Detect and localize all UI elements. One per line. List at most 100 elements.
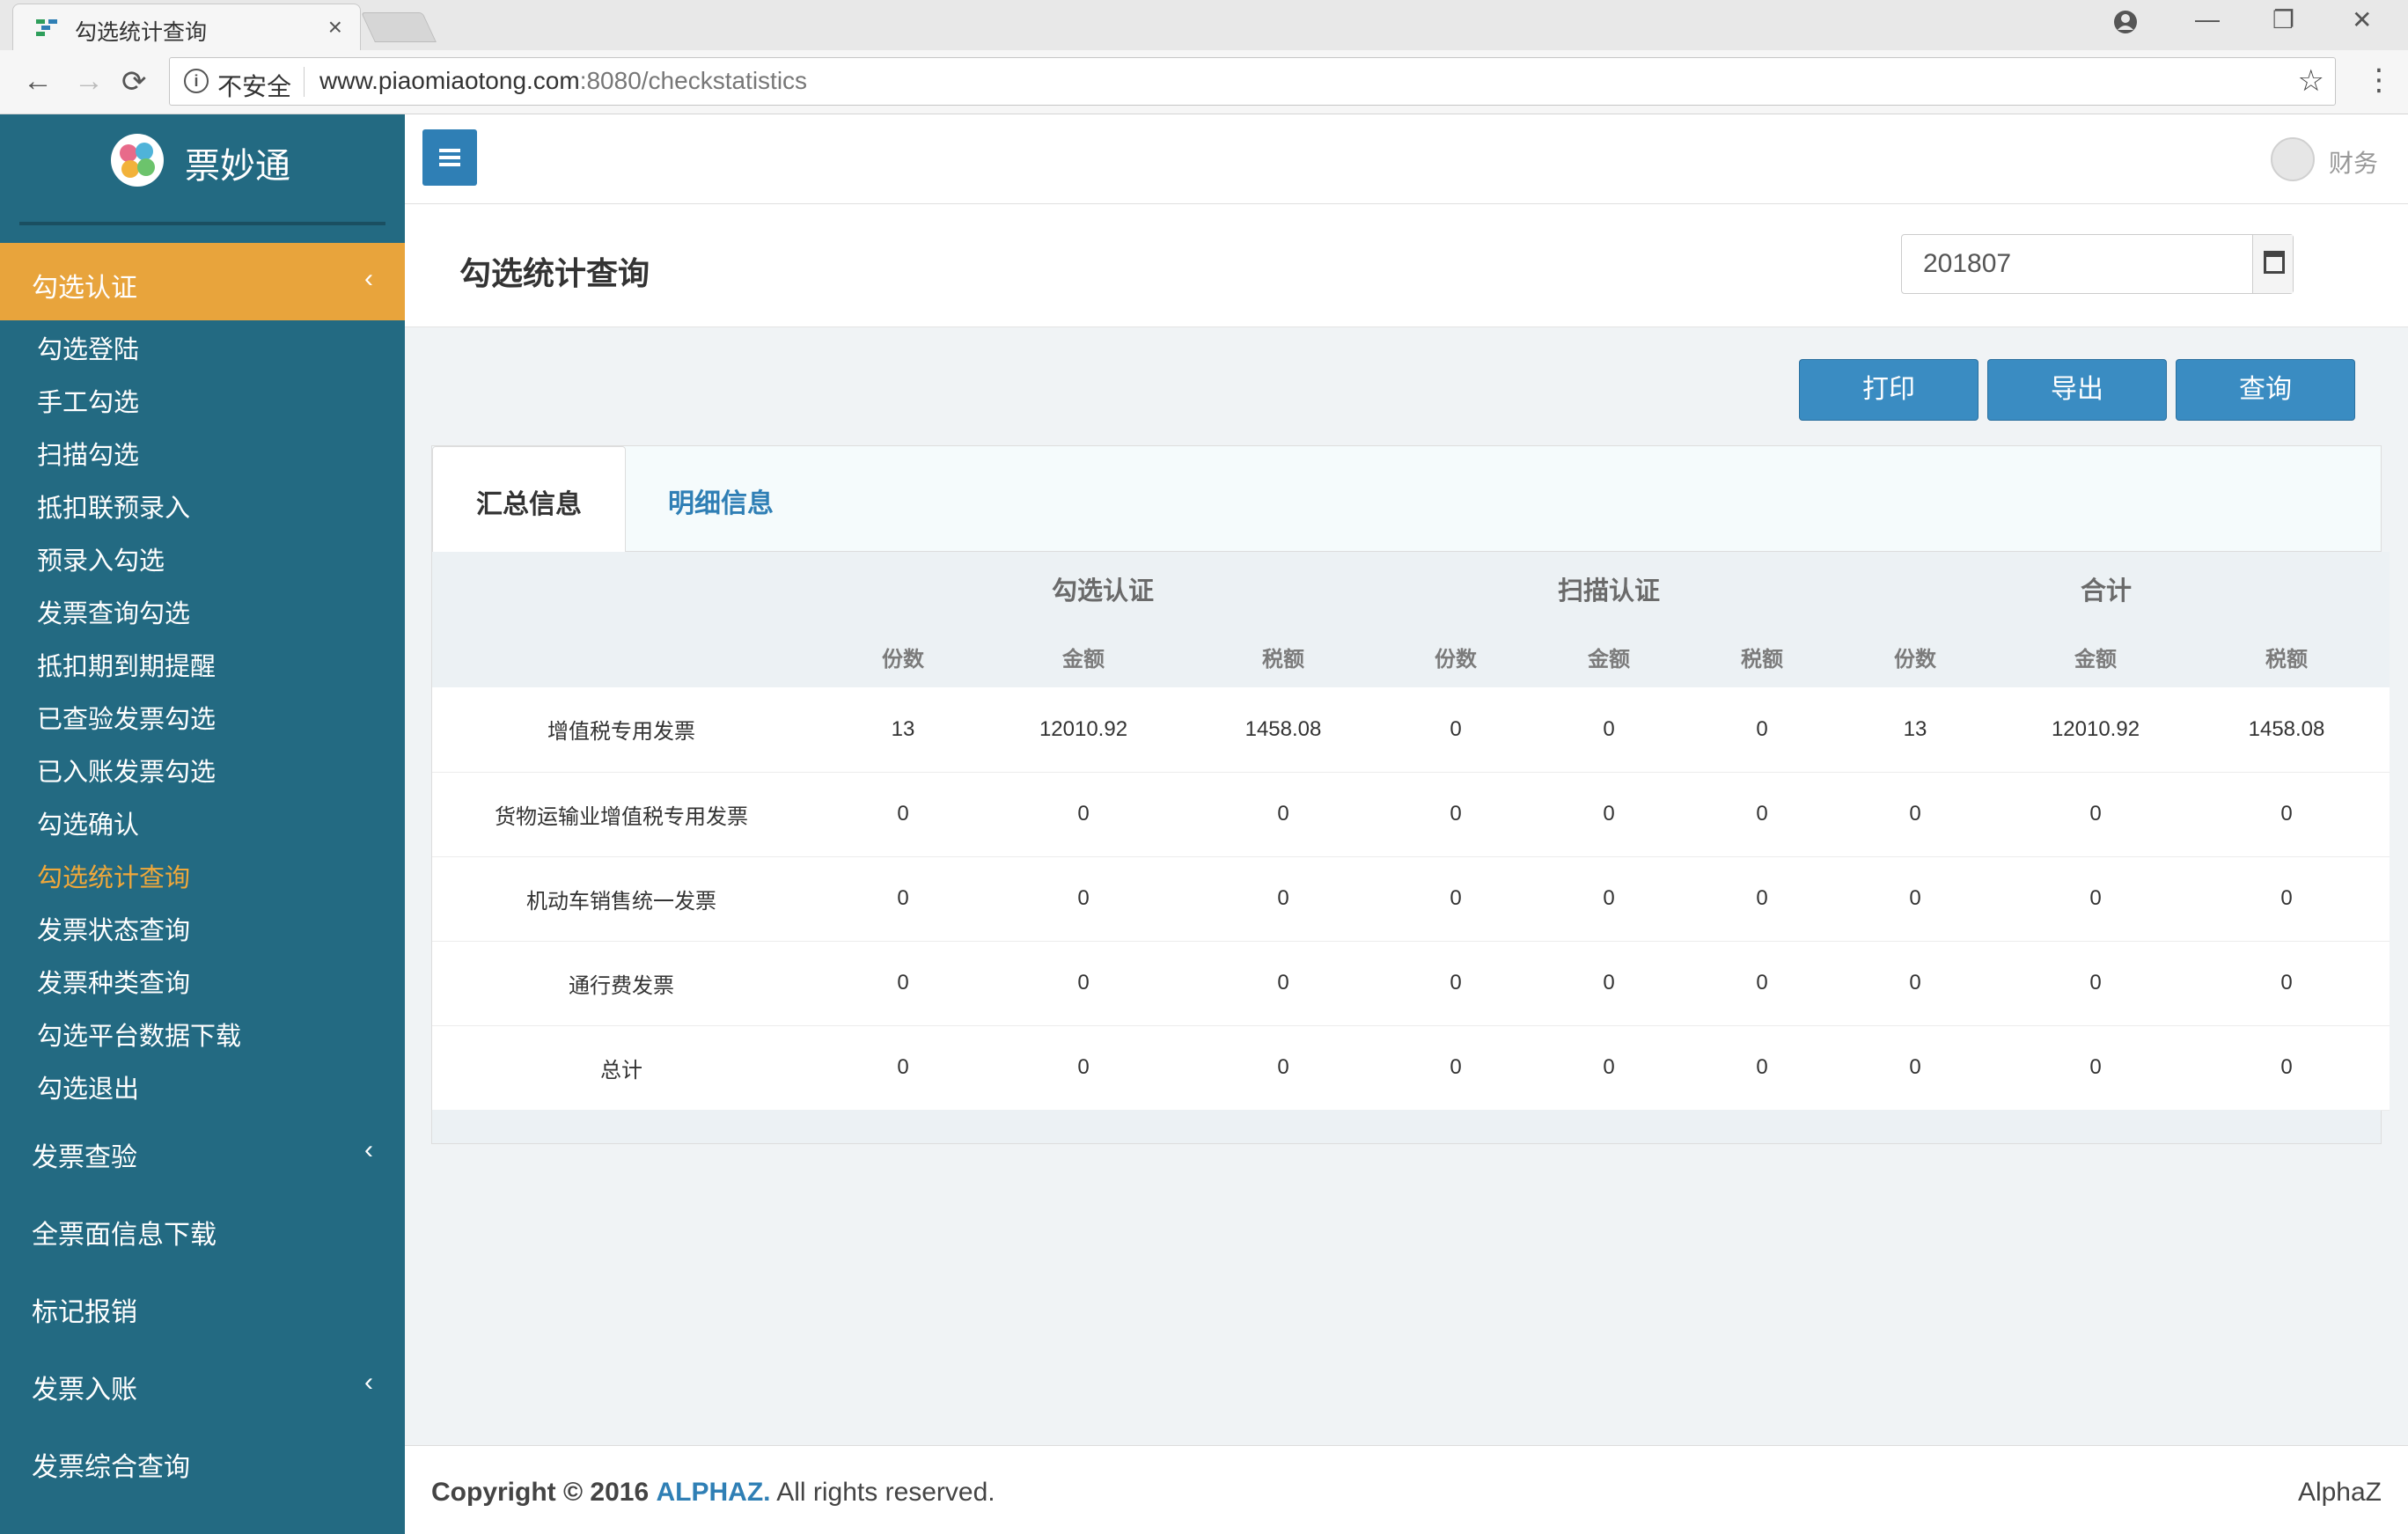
chevron-left-icon: ‹ <box>364 264 373 293</box>
calendar-button[interactable] <box>2252 235 2293 293</box>
statistics-table: 勾选认证 扫描认证 合计 份数 金额 税额 份数 金额 税额 份数 金额 税额 … <box>432 552 2390 1111</box>
copyright: Copyright © 2016 ALPHAZ. All rights rese… <box>431 1478 995 1508</box>
cell: 1458.08 <box>2184 687 2390 773</box>
insecure-label: 不安全 <box>217 73 292 100</box>
sidebar-item[interactable]: 已查验发票勾选 <box>37 699 216 736</box>
nav-mark-reimburse[interactable]: 标记报销 <box>32 1290 137 1329</box>
period-picker[interactable] <box>1901 234 2294 294</box>
sidebar-item[interactable]: 勾选退出 <box>37 1068 139 1105</box>
cell: 0 <box>1701 687 1823 773</box>
brand[interactable]: 票妙通 <box>0 114 405 225</box>
column-header: 税额 <box>1701 626 1823 687</box>
back-icon[interactable]: ← <box>23 64 53 99</box>
sidebar-item[interactable]: 勾选登陆 <box>37 329 139 366</box>
account-icon[interactable] <box>2112 9 2139 35</box>
cell: 0 <box>1516 772 1701 857</box>
url-text[interactable]: www.piaomiaotong.com:8080/checkstatistic… <box>319 67 807 95</box>
group-header: 扫描认证 <box>1395 552 1823 626</box>
browser-tab[interactable]: 勾选统计查询 × <box>12 4 361 50</box>
cell: 0 <box>1171 1025 1395 1111</box>
new-tab-button[interactable] <box>361 12 437 42</box>
sidebar-item[interactable]: 抵扣联预录入 <box>37 488 190 525</box>
nav-full-info-download[interactable]: 全票面信息下载 <box>32 1213 217 1251</box>
menu-toggle-button[interactable] <box>422 129 477 186</box>
sidebar-item[interactable]: 勾选确认 <box>37 804 139 841</box>
cell: 0 <box>1171 941 1395 1026</box>
bookmark-star-icon[interactable]: ☆ <box>2298 63 2324 99</box>
export-button[interactable]: 导出 <box>1987 359 2167 421</box>
tab-summary[interactable]: 汇总信息 <box>432 446 626 554</box>
period-input[interactable] <box>1902 235 2242 293</box>
column-header: 份数 <box>811 626 995 687</box>
nav-invoice-verify[interactable]: 发票查验 <box>32 1135 137 1174</box>
sidebar-item[interactable]: 已入账发票勾选 <box>37 752 216 789</box>
column-header: 份数 <box>1395 626 1516 687</box>
cell: 0 <box>2008 856 2184 942</box>
row-label: 货物运输业增值税专用发票 <box>432 772 811 857</box>
cell: 0 <box>1516 941 1701 1026</box>
browser-tab-strip: 勾选统计查询 × — ❐ ✕ <box>0 0 2408 50</box>
browser-menu-icon[interactable]: ⋮ <box>2364 62 2394 98</box>
cell: 0 <box>1823 1025 2008 1111</box>
user-avatar[interactable] <box>2271 137 2315 181</box>
table-row-total: 总计 0 0 0 0 0 0 0 0 0 <box>432 1025 2390 1111</box>
cell: 12010.92 <box>995 687 1171 773</box>
user-name[interactable]: 财务 <box>2329 144 2378 180</box>
cell: 0 <box>1395 941 1516 1026</box>
cell: 0 <box>1701 1025 1823 1111</box>
address-bar[interactable]: i 不安全 www.piaomiaotong.com:8080/checksta… <box>169 57 2336 106</box>
cell: 0 <box>2184 941 2390 1026</box>
column-header: 金额 <box>1516 626 1701 687</box>
nav-section-check-auth[interactable]: 勾选认证 ‹ <box>0 243 405 320</box>
table-group-header-row: 勾选认证 扫描认证 合计 <box>432 552 2390 626</box>
group-header: 合计 <box>1823 552 2390 626</box>
window-close-icon[interactable]: ✕ <box>2352 5 2372 34</box>
sidebar-item[interactable]: 发票查询勾选 <box>37 593 190 630</box>
url-path: :8080/checkstatistics <box>579 67 808 94</box>
sidebar-item[interactable]: 发票状态查询 <box>37 910 190 947</box>
row-label: 增值税专用发票 <box>432 687 811 773</box>
cell: 0 <box>995 1025 1171 1111</box>
sidebar-item[interactable]: 预录入勾选 <box>37 540 165 577</box>
cell: 0 <box>995 856 1171 942</box>
forward-icon[interactable]: → <box>74 64 104 99</box>
row-label: 总计 <box>432 1025 811 1111</box>
sidebar-item[interactable]: 扫描勾选 <box>37 435 139 472</box>
cell: 0 <box>1171 772 1395 857</box>
cell: 0 <box>2184 856 2390 942</box>
close-tab-icon[interactable]: × <box>328 13 342 41</box>
cell: 0 <box>2184 1025 2390 1111</box>
tab-detail[interactable]: 明细信息 <box>668 481 774 520</box>
cell: 0 <box>1395 856 1516 942</box>
print-button[interactable]: 打印 <box>1799 359 1979 421</box>
sidebar-item[interactable]: 勾选平台数据下载 <box>37 1016 241 1053</box>
reload-icon[interactable]: ⟳ <box>121 64 147 99</box>
cell: 0 <box>2008 772 2184 857</box>
cell: 0 <box>1395 1025 1516 1111</box>
column-header: 税额 <box>1171 626 1395 687</box>
query-button[interactable]: 查询 <box>2176 359 2355 421</box>
restore-icon[interactable]: ❐ <box>2272 5 2294 34</box>
footer-brand-link[interactable]: ALPHAZ. <box>657 1478 771 1507</box>
sidebar-item[interactable]: 抵扣期到期提醒 <box>37 646 216 683</box>
table-row: 通行费发票 0 0 0 0 0 0 0 0 0 <box>432 941 2390 1026</box>
nav-invoice-booking[interactable]: 发票入账 <box>32 1368 137 1406</box>
sidebar-item[interactable]: 发票种类查询 <box>37 963 190 1000</box>
cell: 0 <box>1701 772 1823 857</box>
cell: 0 <box>995 941 1171 1026</box>
cell: 0 <box>1823 856 2008 942</box>
cell: 0 <box>1701 856 1823 942</box>
sidebar-item-current[interactable]: 勾选统计查询 <box>37 857 190 894</box>
cell: 0 <box>1395 772 1516 857</box>
minimize-icon[interactable]: — <box>2195 5 2220 33</box>
cell: 0 <box>811 856 995 942</box>
info-icon[interactable]: i <box>184 69 209 93</box>
nav-invoice-query[interactable]: 发票综合查询 <box>32 1445 190 1484</box>
copyright-suffix: All rights reserved. <box>776 1478 995 1507</box>
cell: 0 <box>1701 941 1823 1026</box>
sidebar-item[interactable]: 手工勾选 <box>37 382 139 419</box>
address-divider <box>304 67 305 97</box>
nav-section-label: 勾选认证 <box>32 274 137 303</box>
cell: 0 <box>995 772 1171 857</box>
table-row: 机动车销售统一发票 0 0 0 0 0 0 0 0 0 <box>432 856 2390 942</box>
